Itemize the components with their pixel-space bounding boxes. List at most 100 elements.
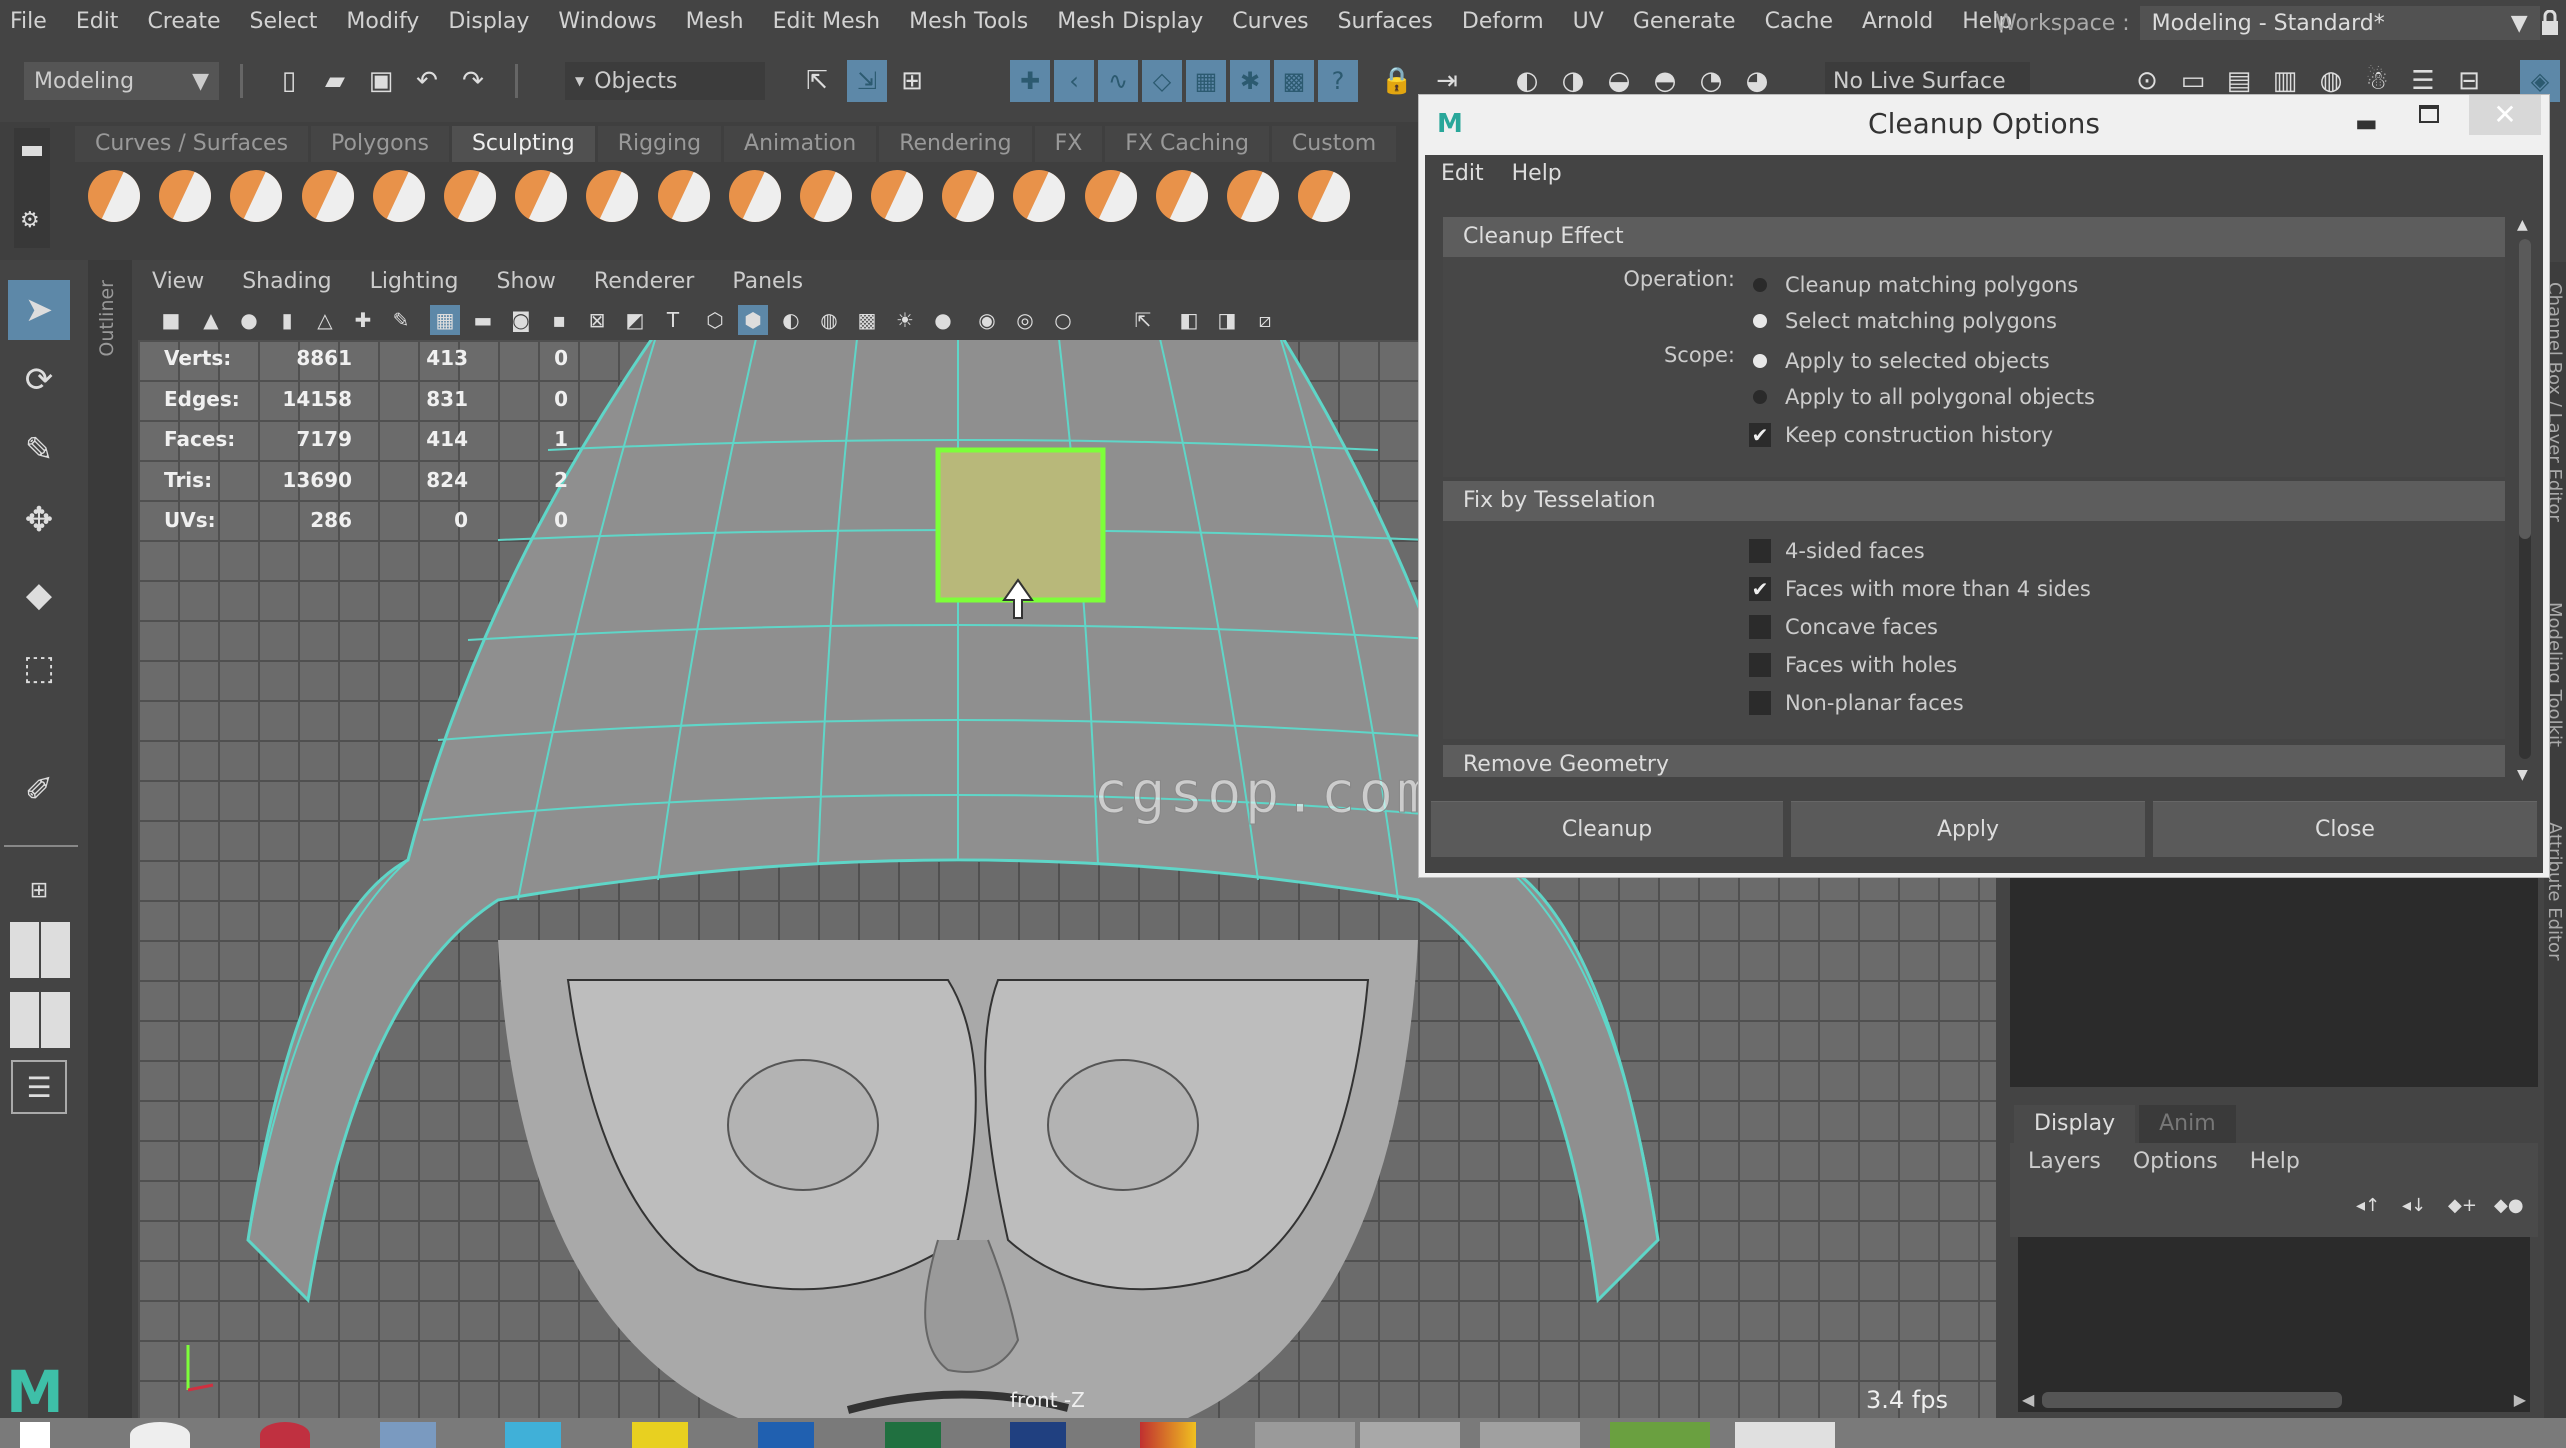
section-remove-geometry[interactable]: Remove Geometry (1443, 745, 2505, 777)
shelf-tab-curves-surfaces[interactable]: Curves / Surfaces (75, 126, 309, 162)
last-tool-icon[interactable]: ✐ (8, 760, 70, 820)
safe-action-icon[interactable]: ◩ (620, 305, 650, 335)
menu-generate[interactable]: Generate (1633, 9, 1736, 34)
checkbox-concave-faces[interactable]: Concave faces (1749, 609, 1938, 645)
menu-windows[interactable]: Windows (558, 9, 656, 34)
menu-mesh[interactable]: Mesh (686, 9, 744, 34)
smear-tool-icon[interactable] (1084, 170, 1137, 222)
checkbox-keep-history[interactable]: ✔ Keep construction history (1749, 417, 2053, 453)
word-icon[interactable] (758, 1422, 814, 1448)
four-view-layout-icon[interactable]: ⊞ (8, 860, 70, 920)
app-icon-blue[interactable] (505, 1422, 561, 1448)
menu-mesh-tools[interactable]: Mesh Tools (909, 9, 1028, 34)
scroll-up-icon[interactable]: ▲ (2517, 217, 2528, 233)
menu-file[interactable]: File (10, 9, 47, 34)
snap-symmetry-icon[interactable]: ✱ (1230, 60, 1270, 102)
excel-icon[interactable] (885, 1422, 941, 1448)
resolution-gate-icon[interactable]: ◙ (506, 305, 536, 335)
section-fix-by-tesselation[interactable]: Fix by Tesselation (1443, 481, 2505, 521)
side-by-side-layout-icon[interactable] (10, 992, 70, 1048)
use-default-material-icon[interactable]: ◐ (776, 305, 806, 335)
snap-projected-icon[interactable]: ▩ (1274, 60, 1314, 102)
relax-tool-icon[interactable] (230, 170, 283, 222)
layer-tab-display[interactable]: Display (2014, 1105, 2136, 1143)
shelf-tab-sculpting[interactable]: Sculpting (451, 126, 595, 162)
gear-icon[interactable]: ⚙ (20, 208, 40, 233)
shelf-tab-rigging[interactable]: Rigging (597, 126, 722, 162)
textured-icon[interactable]: ▩ (852, 305, 882, 335)
shadows-icon[interactable]: ● (928, 305, 958, 335)
radio-cleanup-matching[interactable]: Cleanup matching polygons (1753, 267, 2078, 303)
save-scene-icon[interactable]: ▣ (364, 62, 398, 100)
bookmark-icon[interactable]: ▮ (272, 305, 302, 335)
camera-attributes-icon[interactable]: ● (234, 305, 264, 335)
radio-apply-selected[interactable]: Apply to selected objects (1753, 343, 2050, 379)
app-icon-folder[interactable] (1480, 1422, 1580, 1448)
checkbox[interactable] (1749, 691, 1771, 715)
isolate-select-icon[interactable]: ⇱ (1128, 305, 1158, 335)
radio-button[interactable] (1753, 278, 1767, 292)
grab-tool-icon[interactable] (301, 170, 354, 222)
shelf-tab-fx-caching[interactable]: FX Caching (1105, 126, 1269, 162)
select-tool-icon[interactable]: ➤ (8, 280, 70, 340)
checkbox-non-planar-faces[interactable]: Non-planar faces (1749, 685, 1964, 721)
flatten-tool-icon[interactable] (443, 170, 496, 222)
menu-edit-mesh[interactable]: Edit Mesh (773, 9, 881, 34)
dialog-menu-edit[interactable]: Edit (1441, 161, 1484, 186)
shelf-menu-icon[interactable] (22, 146, 42, 156)
shelf-tab-animation[interactable]: Animation (724, 126, 877, 162)
wax-tool-icon[interactable] (799, 170, 852, 222)
snap-point-icon[interactable]: ∿ (1098, 60, 1138, 102)
scroll-right-icon[interactable]: ▶ (2514, 1390, 2526, 1409)
help-icon[interactable]: ? (1318, 60, 1358, 102)
minimize-icon[interactable]: ▬ (2355, 109, 2378, 137)
snap-curve-icon[interactable]: ‹ (1054, 60, 1094, 102)
spray-tool-icon[interactable] (586, 170, 639, 222)
shelf-tab-rendering[interactable]: Rendering (879, 126, 1032, 162)
new-layer-selected-icon[interactable]: ◆● (2494, 1195, 2524, 1219)
app-icon-yellow[interactable] (632, 1422, 688, 1448)
layer-menu-layers[interactable]: Layers (2028, 1149, 2101, 1174)
section-cleanup-effect[interactable]: Cleanup Effect (1443, 217, 2505, 257)
dialog-menu-help[interactable]: Help (1512, 161, 1562, 186)
outliner-layout-icon[interactable]: ☰ (11, 1060, 67, 1114)
apply-button[interactable]: Apply (1791, 801, 2145, 857)
open-scene-icon[interactable]: ▰ (318, 62, 352, 100)
lock-icon[interactable]: 🔒 (1380, 62, 1414, 100)
menu-arnold[interactable]: Arnold (1862, 9, 1933, 34)
foamy-tool-icon[interactable] (515, 170, 568, 222)
dialog-vertical-scrollbar[interactable]: ▲ ▼ (2515, 217, 2535, 783)
vp-menu-lighting[interactable]: Lighting (370, 269, 459, 294)
radio-apply-all[interactable]: Apply to all polygonal objects (1753, 379, 2095, 415)
scroll-left-icon[interactable]: ◀ (2022, 1390, 2034, 1409)
scale-tool-icon[interactable]: ⬚ (8, 638, 70, 698)
radio-button[interactable] (1753, 390, 1767, 404)
redo-icon[interactable]: ↷ (456, 62, 490, 100)
scroll-thumb[interactable] (2519, 239, 2531, 539)
app-icon-multicolor[interactable] (1140, 1422, 1196, 1448)
gate-mask-icon[interactable]: ▪ (544, 305, 574, 335)
checkbox[interactable] (1749, 653, 1771, 677)
menu-surfaces[interactable]: Surfaces (1338, 9, 1433, 34)
two-pane-layout-icon[interactable] (10, 922, 70, 978)
menu-mesh-display[interactable]: Mesh Display (1057, 9, 1203, 34)
wireframe-icon[interactable]: ⬡ (700, 305, 730, 335)
wireframe-on-shaded-icon[interactable]: ◍ (814, 305, 844, 335)
snap-live-icon[interactable]: ▦ (1186, 60, 1226, 102)
scrape-tool-icon[interactable] (871, 170, 924, 222)
xray-active-icon[interactable]: ⧄ (1250, 305, 1280, 335)
menu-display[interactable]: Display (448, 9, 529, 34)
vp-menu-view[interactable]: View (152, 269, 204, 294)
smooth-tool-icon[interactable] (159, 170, 212, 222)
workspace-dropdown[interactable]: Modeling - Standard* ▼ (2139, 6, 2540, 40)
checkbox-faces-more-than-4[interactable]: ✔ Faces with more than 4 sides (1749, 571, 2091, 607)
snap-grid-icon[interactable]: ✚ (1010, 60, 1050, 102)
image-plane-icon[interactable]: △ (310, 305, 340, 335)
shelf-tab-polygons[interactable]: Polygons (311, 126, 449, 162)
checkbox[interactable] (1749, 539, 1771, 563)
menu-modify[interactable]: Modify (346, 9, 419, 34)
maya-taskbar-icon[interactable] (1360, 1422, 1460, 1448)
maximize-icon[interactable] (2419, 105, 2439, 123)
scroll-down-icon[interactable]: ▼ (2517, 767, 2528, 783)
use-all-lights-icon[interactable]: ☀ (890, 305, 920, 335)
